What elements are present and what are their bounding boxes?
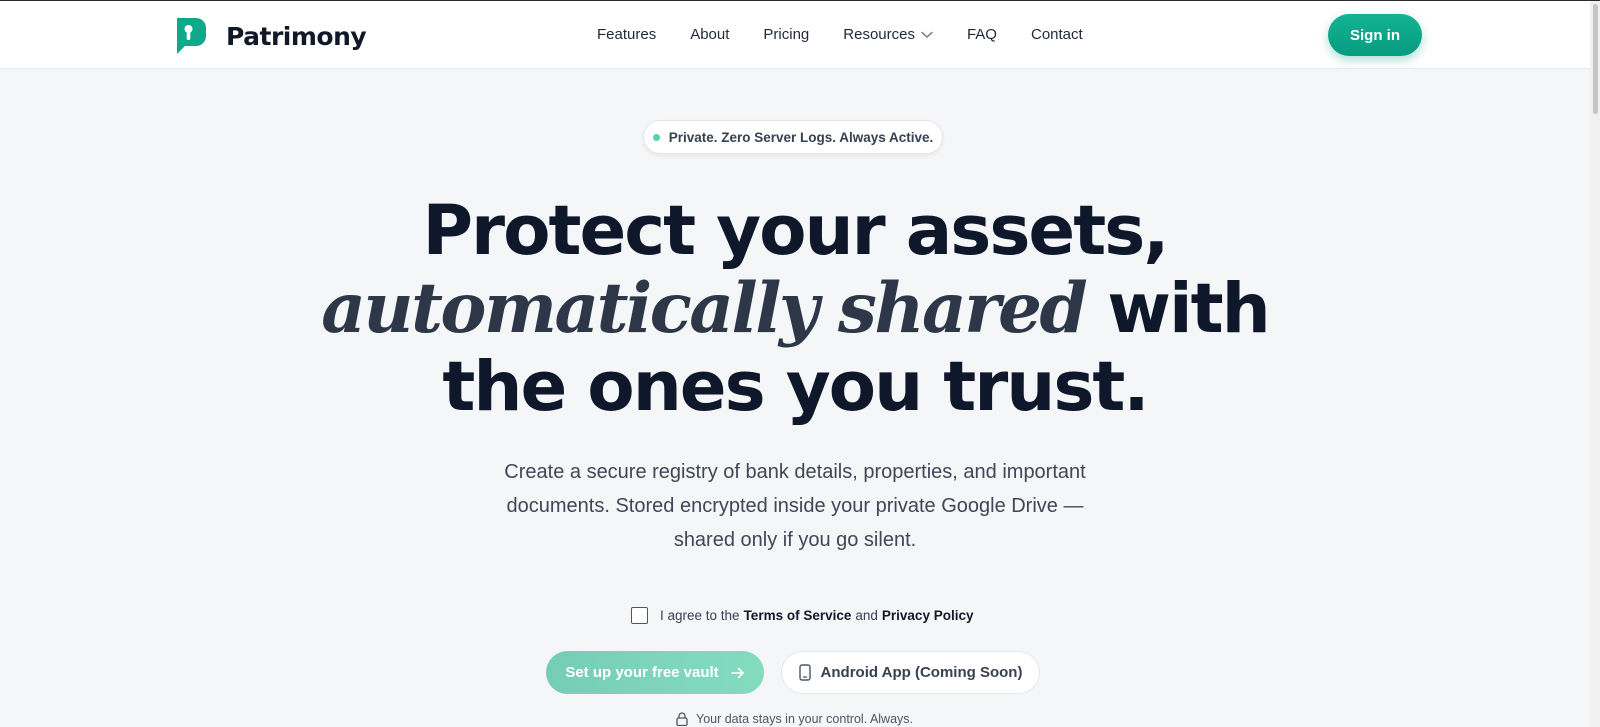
- brand-name: Patrimony: [226, 21, 367, 51]
- main-nav: Features About Pricing Resources FAQ Con…: [597, 26, 1117, 43]
- chevron-down-icon: [921, 31, 933, 38]
- top-navbar: Patrimony Features About Pricing Resourc…: [0, 1, 1600, 69]
- terms-of-service-link[interactable]: Terms of Service: [744, 608, 852, 623]
- terms-checkbox[interactable]: [631, 607, 648, 624]
- hero-description: Create a secure registry of bank details…: [504, 461, 1086, 551]
- headline-italic-phrase: automatically shared: [321, 268, 1088, 349]
- status-dot-icon: [652, 133, 660, 141]
- nav-pricing[interactable]: Pricing: [763, 26, 809, 43]
- nav-about[interactable]: About: [690, 26, 729, 43]
- setup-vault-label: Set up your free vault: [565, 664, 719, 681]
- headline-line-2-rest: with: [1107, 269, 1271, 349]
- privacy-footnote: Your data stays in your control. Always.: [676, 712, 913, 726]
- status-badge: Private. Zero Server Logs. Always Active…: [643, 120, 943, 154]
- nav-resources[interactable]: Resources: [843, 26, 933, 43]
- status-badge-text: Private. Zero Server Logs. Always Active…: [668, 129, 934, 145]
- lock-icon: [676, 712, 688, 726]
- headline-line-2: automatically shared with: [0, 268, 1590, 349]
- android-app-button[interactable]: Android App (Coming Soon): [781, 651, 1040, 694]
- footnote-text: Your data stays in your control. Always.: [696, 712, 914, 726]
- nav-contact[interactable]: Contact: [1031, 26, 1083, 43]
- setup-vault-button[interactable]: Set up your free vault: [546, 651, 764, 694]
- keyhole-bubble-icon: [177, 18, 206, 54]
- headline-line-1: Protect your assets,: [422, 191, 1169, 271]
- arrow-right-icon: [730, 667, 744, 678]
- headline-line-3: the ones you trust.: [442, 347, 1149, 427]
- nav-faq[interactable]: FAQ: [967, 26, 997, 43]
- scrollbar-thumb[interactable]: [1593, 4, 1598, 114]
- hero-headline: Protect your assets, automatically share…: [0, 192, 1590, 426]
- sign-in-button[interactable]: Sign in: [1328, 14, 1422, 56]
- terms-agreement: I agree to the Terms of Service and Priv…: [631, 607, 977, 624]
- smartphone-icon: [798, 664, 811, 681]
- nav-features[interactable]: Features: [597, 26, 656, 43]
- privacy-policy-link[interactable]: Privacy Policy: [882, 608, 974, 623]
- nav-resources-label: Resources: [843, 26, 915, 43]
- agree-and: and: [855, 608, 878, 623]
- agree-prefix: I agree to the: [660, 608, 740, 623]
- brand-logo[interactable]: Patrimony: [174, 18, 367, 54]
- android-app-label: Android App (Coming Soon): [820, 664, 1023, 681]
